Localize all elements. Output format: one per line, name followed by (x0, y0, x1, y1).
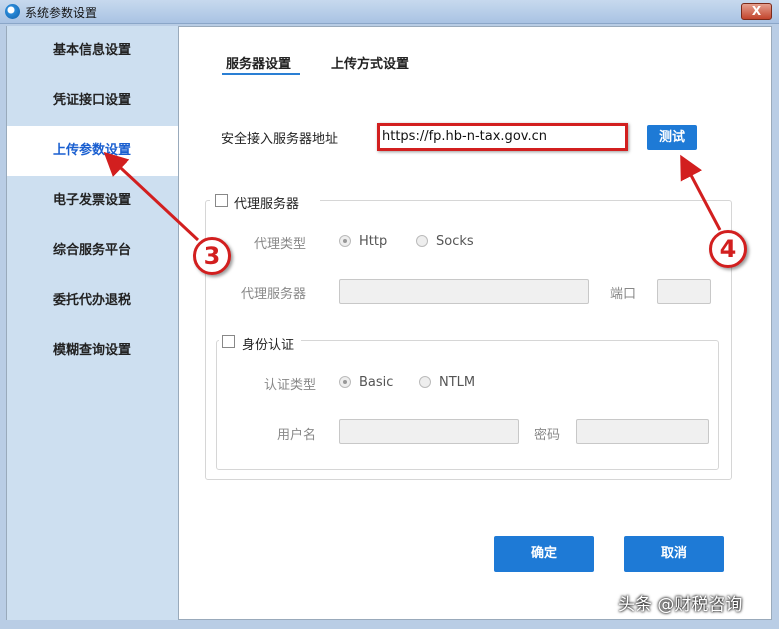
annotation-marker-4: 4 (709, 230, 747, 268)
arrow-3 (103, 151, 200, 242)
annotation-marker-3: 3 (193, 237, 231, 275)
annotation-arrows (103, 151, 722, 242)
arrow-4 (680, 154, 722, 231)
watermark: 头条 @财税咨询 (618, 595, 743, 615)
